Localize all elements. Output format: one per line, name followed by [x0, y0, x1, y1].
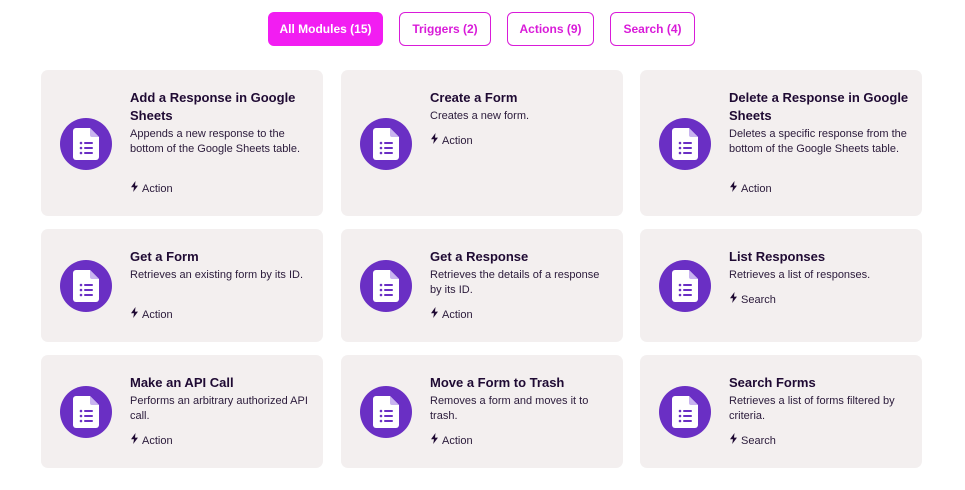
google-forms-icon: [360, 118, 412, 170]
document-glyph: [672, 270, 698, 302]
lightning-bolt-icon: [130, 307, 139, 322]
google-forms-icon: [659, 260, 711, 312]
lightning-bolt-icon: [130, 181, 139, 196]
module-card[interactable]: Make an API Call Performs an arbitrary au…: [41, 355, 323, 468]
document-glyph: [373, 396, 399, 428]
module-title: Get a Response: [430, 249, 529, 264]
module-card[interactable]: List Responses Retrieves a list of respon…: [640, 229, 922, 342]
document-glyph: [672, 128, 698, 160]
module-type: Action: [729, 181, 772, 196]
module-type: Action: [130, 181, 173, 196]
lightning-bolt-icon: [430, 433, 439, 448]
module-type: Action: [130, 433, 173, 448]
module-filter-bar: All Modules (15) Triggers (2) Actions (9…: [0, 12, 965, 46]
lightning-bolt-icon: [729, 433, 738, 448]
module-type-label: Search: [741, 434, 776, 447]
module-card[interactable]: Get a Form Retrieves an existing form by …: [41, 229, 323, 342]
lightning-bolt-icon: [729, 292, 738, 307]
document-glyph: [672, 396, 698, 428]
module-description: Appends a new response to the bottom of …: [130, 128, 301, 155]
module-description: Retrieves an existing form by its ID.: [130, 269, 304, 281]
module-type: Search: [729, 292, 776, 307]
module-type: Action: [430, 307, 473, 322]
lightning-bolt-icon: [430, 133, 439, 148]
lightning-bolt-icon: [430, 307, 439, 322]
filter-triggers[interactable]: Triggers (2): [399, 12, 491, 46]
module-type: Search: [729, 433, 776, 448]
module-type-label: Action: [442, 134, 473, 147]
module-title: Create a Form: [430, 90, 518, 105]
module-title: Add a Response in Google Sheets: [130, 90, 296, 123]
module-type-label: Action: [741, 182, 772, 195]
module-type-label: Action: [442, 434, 473, 447]
module-type-label: Action: [142, 434, 173, 447]
filter-search[interactable]: Search (4): [610, 12, 695, 46]
module-type-label: Action: [142, 182, 173, 195]
document-glyph: [373, 270, 399, 302]
google-forms-icon: [360, 260, 412, 312]
google-forms-icon: [60, 260, 112, 312]
module-card[interactable]: Add a Response in Google Sheets Appends a…: [41, 70, 323, 216]
module-card[interactable]: Create a Form Creates a new form. Action: [341, 70, 623, 216]
module-title: List Responses: [729, 249, 826, 264]
module-type: Action: [430, 433, 473, 448]
module-title: Move a Form to Trash: [430, 375, 565, 390]
module-description: Retrieves a list of responses.: [729, 269, 871, 281]
module-card[interactable]: Get a Response Retrieves the details of a…: [341, 229, 623, 342]
module-description: Removes a form and moves it to trash.: [430, 395, 589, 422]
document-glyph: [73, 396, 99, 428]
module-description: Creates a new form.: [430, 110, 530, 122]
module-card[interactable]: Delete a Response in Google Sheets Delete…: [640, 70, 922, 216]
module-description: Retrieves the details of a response by i…: [430, 269, 600, 296]
document-glyph: [73, 270, 99, 302]
module-title: Make an API Call: [130, 375, 234, 390]
module-type: Action: [430, 133, 473, 148]
filter-actions[interactable]: Actions (9): [507, 12, 594, 46]
document-glyph: [373, 128, 399, 160]
google-forms-icon: [659, 386, 711, 438]
module-type: Action: [130, 307, 173, 322]
google-forms-icon: [60, 386, 112, 438]
google-forms-icon: [659, 118, 711, 170]
module-title: Get a Form: [130, 249, 199, 264]
document-glyph: [73, 128, 99, 160]
lightning-bolt-icon: [130, 433, 139, 448]
module-title: Delete a Response in Google Sheets: [729, 90, 909, 123]
module-type-label: Search: [741, 293, 776, 306]
filter-all-modules[interactable]: All Modules (15): [268, 12, 383, 46]
module-description: Retrieves a list of forms filtered by cr…: [729, 395, 895, 422]
module-card[interactable]: Search Forms Retrieves a list of forms fi…: [640, 355, 922, 468]
google-forms-icon: [360, 386, 412, 438]
module-type-label: Action: [142, 308, 173, 321]
module-type-label: Action: [442, 308, 473, 321]
lightning-bolt-icon: [729, 181, 738, 196]
module-card[interactable]: Move a Form to Trash Removes a form and m…: [341, 355, 623, 468]
module-description: Deletes a specific response from the bot…: [729, 128, 907, 155]
google-forms-icon: [60, 118, 112, 170]
module-title: Search Forms: [729, 375, 816, 390]
module-description: Performs an arbitrary authorized API cal…: [130, 395, 308, 422]
